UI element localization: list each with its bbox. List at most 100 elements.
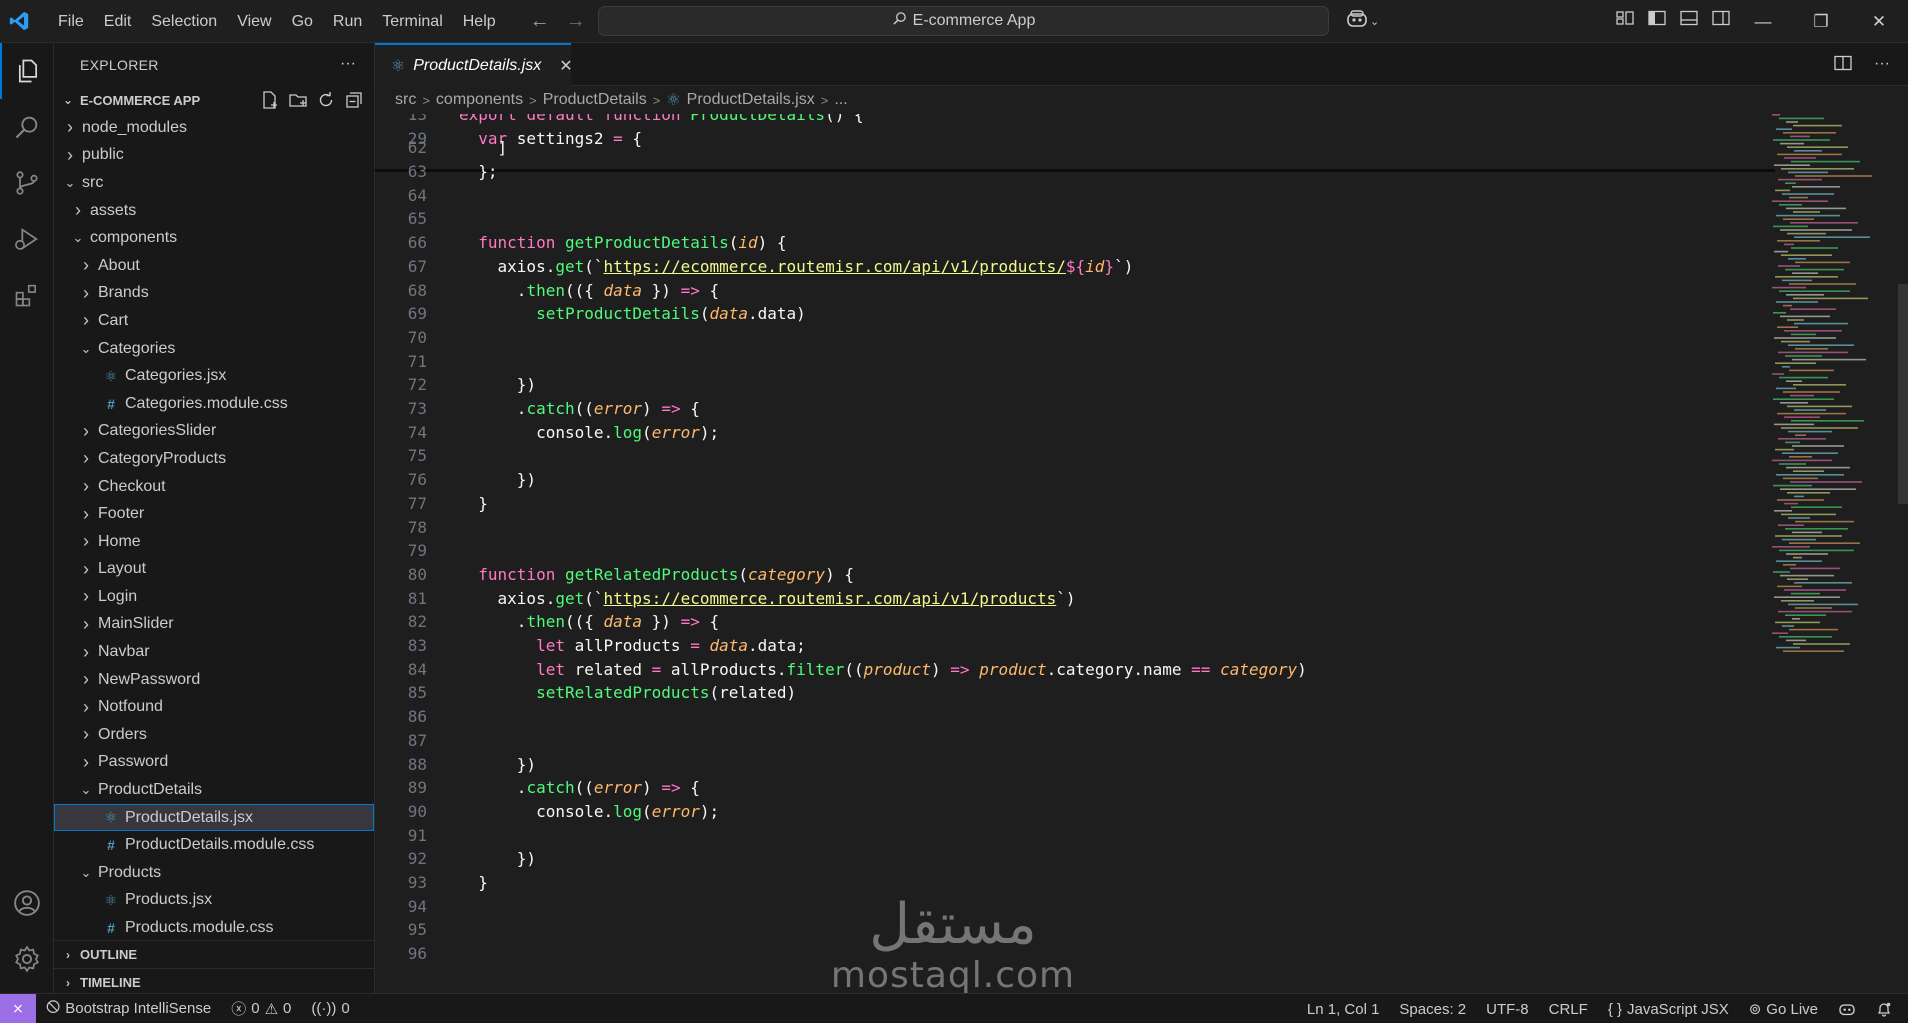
command-center[interactable]: E-commerce App [598, 6, 1329, 36]
restore-icon[interactable]: ❐ [1792, 0, 1850, 43]
menu-item-go[interactable]: Go [282, 0, 323, 43]
back-arrow-icon[interactable]: ← [530, 10, 550, 33]
close-window-icon[interactable]: ✕ [1850, 0, 1908, 43]
minimap-line [1794, 236, 1870, 238]
tree-folder[interactable]: › Footer [54, 500, 374, 528]
accounts-icon[interactable] [0, 875, 54, 931]
outline-section[interactable]: › OUTLINE [54, 940, 374, 968]
breadcrumb-item[interactable]: ProductDetails [543, 91, 647, 109]
scroll-thumb[interactable] [1898, 284, 1908, 504]
search-view-icon[interactable] [0, 99, 54, 155]
more-actions-icon[interactable]: ··· [340, 55, 356, 73]
tree-file[interactable]: # Categories.module.css [54, 390, 374, 418]
line-number: 70 [407, 327, 427, 347]
copilot-menu[interactable]: ⌄ [1346, 10, 1379, 33]
line-number: 88 [407, 754, 427, 774]
extensions-icon[interactable] [0, 267, 54, 323]
minimap-line [1791, 333, 1816, 336]
tree-file[interactable]: # Products.module.css [54, 914, 374, 942]
notifications-bell-icon[interactable] [1866, 1001, 1902, 1017]
menu-item-help[interactable]: Help [453, 0, 506, 43]
tree-folder[interactable]: › Layout [54, 556, 374, 584]
explorer-icon[interactable] [0, 43, 54, 99]
tree-folder[interactable]: › Cart [54, 307, 374, 335]
tree-folder[interactable]: › CategoryProducts [54, 445, 374, 473]
more-actions-icon[interactable]: ··· [1874, 55, 1890, 76]
tree-folder[interactable]: › node_modules [54, 114, 374, 142]
split-editor-icon[interactable] [1834, 55, 1852, 76]
encoding[interactable]: UTF-8 [1476, 1001, 1539, 1018]
tree-folder[interactable]: › Password [54, 749, 374, 777]
explorer-actions [260, 90, 364, 115]
toggle-panel-icon[interactable] [1680, 10, 1698, 31]
customize-layout-icon[interactable] [1616, 10, 1634, 31]
minimap[interactable] [1768, 114, 1888, 674]
toggle-primary-sidebar-icon[interactable] [1648, 10, 1666, 31]
ports-item[interactable]: ((·)) 0 [301, 1000, 359, 1017]
go-live[interactable]: ⊚ Go Live [1739, 1000, 1828, 1019]
problems-item[interactable]: ⓧ 0 ⚠ 0 [221, 998, 301, 1019]
tree-folder[interactable]: ⌄ src [54, 169, 374, 197]
tree-folder[interactable]: › Notfound [54, 693, 374, 721]
tree-folder[interactable]: › Login [54, 583, 374, 611]
indentation[interactable]: Spaces: 2 [1389, 1001, 1476, 1018]
ports-count: 0 [341, 1000, 350, 1017]
language-mode[interactable]: { } JavaScript JSX [1598, 1001, 1739, 1018]
minimap-line [1773, 571, 1790, 573]
tree-folder[interactable]: › Home [54, 528, 374, 556]
tree-folder[interactable]: › assets [54, 197, 374, 225]
collapse-all-icon[interactable] [344, 90, 364, 115]
bootstrap-intellisense-item[interactable]: 🛇 Bootstrap IntelliSense [36, 997, 221, 1021]
menu-item-terminal[interactable]: Terminal [372, 0, 452, 43]
tree-folder[interactable]: ⌄ Categories [54, 335, 374, 363]
code-editor[interactable]: 13 export default function ProductDetails… [375, 114, 1908, 993]
minimize-icon[interactable]: — [1734, 0, 1792, 43]
new-folder-icon[interactable] [288, 90, 308, 115]
menu-item-view[interactable]: View [227, 0, 281, 43]
breadcrumb-item[interactable]: components [436, 91, 523, 109]
breadcrumb-separator: > [529, 92, 537, 108]
tree-folder[interactable]: › CategoriesSlider [54, 418, 374, 446]
tree-folder[interactable]: › Brands [54, 280, 374, 308]
copilot-status-icon[interactable] [1828, 1002, 1866, 1016]
line-ending[interactable]: CRLF [1539, 1001, 1598, 1018]
tree-folder[interactable]: ⌄ components [54, 224, 374, 252]
toggle-secondary-sidebar-icon[interactable] [1712, 10, 1730, 31]
tree-folder[interactable]: › NewPassword [54, 666, 374, 694]
menu-item-run[interactable]: Run [323, 0, 372, 43]
minimap-line [1783, 304, 1792, 307]
tree-folder[interactable]: › MainSlider [54, 611, 374, 639]
timeline-section[interactable]: › TIMELINE [54, 968, 374, 996]
chevron-down-icon: ⌄ [72, 230, 84, 246]
breadcrumb-item[interactable]: ProductDetails.jsx [687, 91, 815, 109]
tree-folder[interactable]: › Navbar [54, 638, 374, 666]
new-file-icon[interactable] [260, 90, 280, 115]
menu-item-selection[interactable]: Selection [141, 0, 227, 43]
tab-productdetails-jsx[interactable]: ⚛ ProductDetails.jsx ✕ [375, 43, 573, 86]
remote-indicator-icon[interactable]: ⨯ [0, 993, 36, 1023]
react-file-icon: ⚛ [104, 891, 118, 908]
menu-item-file[interactable]: File [48, 0, 94, 43]
tree-file[interactable]: ⚛ ProductDetails.jsx [54, 803, 374, 832]
tree-file[interactable]: ⚛ Products.jsx [54, 887, 374, 915]
tree-folder[interactable]: ⌄ Products [54, 859, 374, 887]
editor-scrollbar[interactable] [1894, 114, 1908, 993]
breadcrumb-item[interactable]: ... [834, 91, 847, 109]
tree-folder[interactable]: › Orders [54, 721, 374, 749]
forward-arrow-icon[interactable]: → [566, 10, 586, 33]
menu-item-edit[interactable]: Edit [94, 0, 142, 43]
close-icon[interactable]: ✕ [559, 56, 572, 76]
breadcrumb-item[interactable]: src [395, 91, 416, 109]
tree-folder[interactable]: › public [54, 142, 374, 170]
refresh-icon[interactable] [316, 90, 336, 115]
cursor-position[interactable]: Ln 1, Col 1 [1297, 1001, 1390, 1018]
run-debug-icon[interactable] [0, 211, 54, 267]
tree-folder[interactable]: › About [54, 252, 374, 280]
tree-folder[interactable]: › Checkout [54, 473, 374, 501]
source-control-icon[interactable] [0, 155, 54, 211]
settings-gear-icon[interactable] [0, 931, 54, 987]
chevron-right-icon: › [75, 200, 81, 221]
tree-file[interactable]: # ProductDetails.module.css [54, 831, 374, 859]
tree-file[interactable]: ⚛ Categories.jsx [54, 362, 374, 390]
tree-folder[interactable]: ⌄ ProductDetails [54, 776, 374, 804]
